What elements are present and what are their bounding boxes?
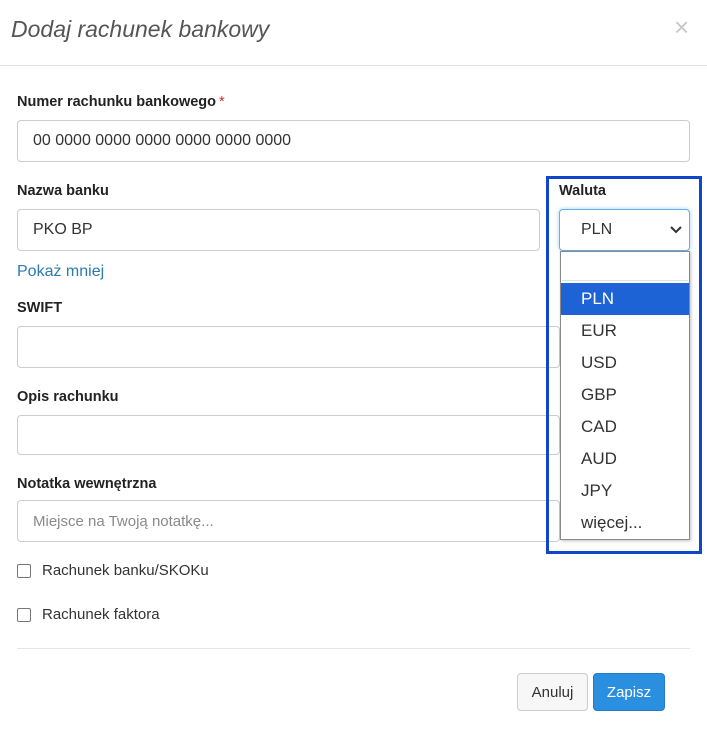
footer-divider	[17, 648, 690, 649]
save-button[interactable]: Zapisz	[593, 673, 665, 711]
account-number-input[interactable]: 00 0000 0000 0000 0000 0000 0000	[17, 120, 690, 162]
cancel-button[interactable]: Anuluj	[517, 673, 588, 711]
description-input[interactable]	[17, 415, 560, 455]
currency-dropdown-blank[interactable]	[562, 253, 688, 281]
account-number-label: Numer rachunku bankowego *	[17, 94, 225, 110]
currency-option-more[interactable]: więcej...	[561, 507, 689, 539]
internal-note-label: Notatka wewnętrzna	[17, 476, 157, 492]
currency-option-cad[interactable]: CAD	[561, 411, 689, 443]
modal-header: Dodaj rachunek bankowy ×	[0, 0, 707, 66]
bank-name-value: PKO BP	[33, 221, 93, 238]
currency-option-pln[interactable]: PLN	[561, 283, 689, 315]
bank-name-input[interactable]: PKO BP	[17, 209, 540, 251]
description-label: Opis rachunku	[17, 389, 119, 405]
currency-option-eur[interactable]: EUR	[561, 315, 689, 347]
factor-checkbox-label: Rachunek faktora	[42, 606, 160, 623]
currency-option-aud[interactable]: AUD	[561, 443, 689, 475]
modal-title: Dodaj rachunek bankowy	[11, 16, 270, 42]
factor-checkbox-row[interactable]: Rachunek faktora	[17, 606, 160, 623]
swift-input[interactable]	[17, 326, 560, 368]
factor-checkbox[interactable]	[17, 607, 31, 622]
currency-option-gbp[interactable]: GBP	[561, 379, 689, 411]
swift-label: SWIFT	[17, 300, 63, 316]
currency-label: Waluta	[559, 183, 606, 199]
chevron-down-icon	[670, 226, 682, 234]
close-icon[interactable]: ×	[674, 14, 689, 40]
required-marker: *	[219, 94, 225, 110]
toggle-details-link[interactable]: Pokaż mniej	[17, 263, 104, 281]
internal-note-input[interactable]: Miejsce na Twoją notatkę...	[17, 500, 560, 542]
bank-skok-checkbox[interactable]	[17, 563, 31, 578]
account-number-label-text: Numer rachunku bankowego	[17, 94, 217, 110]
currency-option-usd[interactable]: USD	[561, 347, 689, 379]
currency-select[interactable]: PLN	[559, 209, 690, 251]
account-number-value: 00 0000 0000 0000 0000 0000 0000	[33, 132, 292, 149]
currency-select-value: PLN	[581, 221, 613, 238]
currency-dropdown: PLN EUR USD GBP CAD AUD JPY więcej...	[560, 251, 690, 540]
internal-note-placeholder: Miejsce na Twoją notatkę...	[33, 512, 214, 530]
currency-option-jpy[interactable]: JPY	[561, 475, 689, 507]
bank-skok-checkbox-row[interactable]: Rachunek banku/SKOKu	[17, 562, 209, 579]
bank-name-label: Nazwa banku	[17, 183, 109, 199]
bank-skok-checkbox-label: Rachunek banku/SKOKu	[42, 562, 209, 579]
